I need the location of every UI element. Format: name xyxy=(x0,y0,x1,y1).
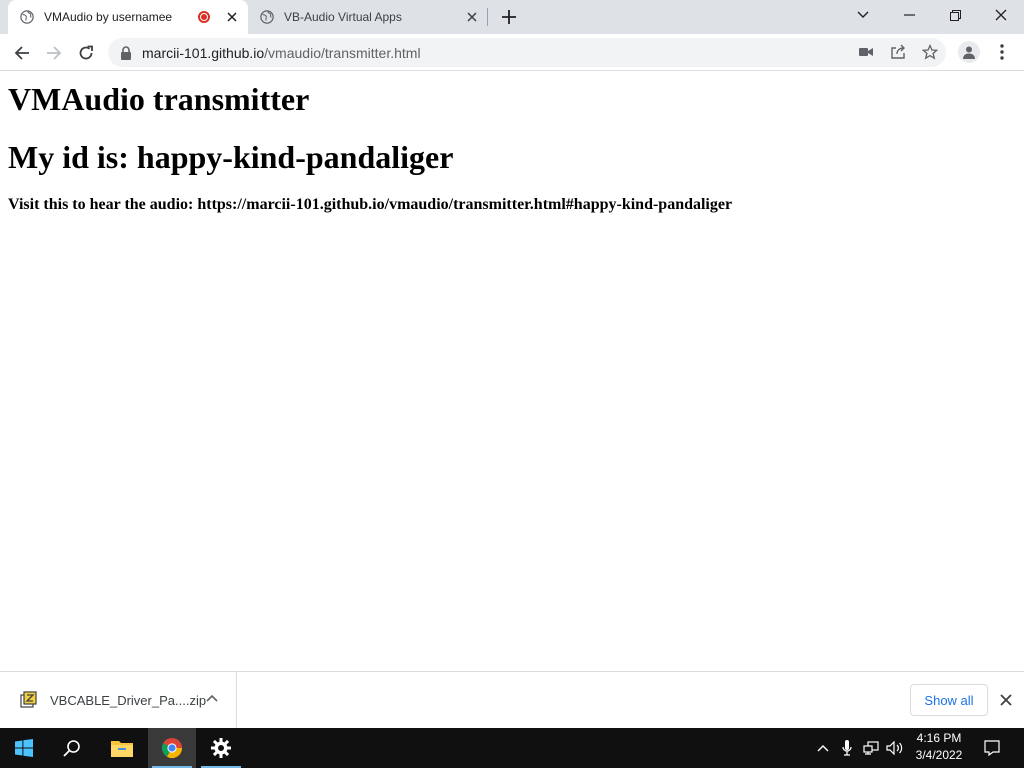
tab-title: VB-Audio Virtual Apps xyxy=(284,10,402,24)
page-content: VMAudio transmitter My id is: happy-kind… xyxy=(0,72,1024,671)
volume-icon[interactable] xyxy=(885,728,905,768)
restore-icon[interactable] xyxy=(932,0,978,30)
network-icon[interactable] xyxy=(861,728,881,768)
file-explorer-icon[interactable] xyxy=(98,728,146,768)
tab-separator xyxy=(487,8,488,26)
settings-icon[interactable] xyxy=(197,728,245,768)
notifications-icon[interactable] xyxy=(980,728,1004,768)
chevron-up-icon[interactable] xyxy=(205,692,219,706)
show-all-button[interactable]: Show all xyxy=(910,684,988,716)
reload-icon[interactable] xyxy=(74,41,98,65)
minimize-icon[interactable] xyxy=(886,0,932,30)
bookmark-star-icon[interactable] xyxy=(920,42,940,62)
address-bar[interactable]: marcii-101.github.io/vmaudio/transmitter… xyxy=(108,38,946,67)
tab-strip: VMAudio by usernamee VB-Audio Virtual Ap… xyxy=(0,0,1024,34)
profile-avatar-icon[interactable] xyxy=(958,41,980,63)
transmitter-id: My id is: happy-kind-pandaliger xyxy=(8,139,454,175)
more-menu-icon[interactable] xyxy=(994,43,1010,61)
forward-icon[interactable] xyxy=(42,41,66,65)
recording-indicator-icon xyxy=(198,11,210,23)
tab-vb-audio[interactable]: VB-Audio Virtual Apps xyxy=(252,0,488,34)
close-tab-icon[interactable] xyxy=(224,9,240,25)
globe-icon xyxy=(20,10,34,24)
share-icon[interactable] xyxy=(888,42,908,62)
back-icon[interactable] xyxy=(10,41,34,65)
windows-start-icon[interactable] xyxy=(0,728,48,768)
clock-time: 4:16 PM xyxy=(916,731,962,745)
clock-date: 3/4/2022 xyxy=(915,748,963,762)
chevron-up-icon[interactable] xyxy=(814,728,832,768)
url-host: marcii-101.github.io xyxy=(142,44,265,61)
close-tab-icon[interactable] xyxy=(464,9,480,25)
tab-search-icon[interactable] xyxy=(840,0,886,30)
zip-file-icon xyxy=(20,691,37,708)
tab-title: VMAudio by usernamee xyxy=(44,10,173,24)
search-icon[interactable] xyxy=(48,728,96,768)
url-path: /vmaudio/transmitter.html xyxy=(264,44,421,61)
download-shelf: VBCABLE_Driver_Pa....zip Show all xyxy=(0,671,1024,728)
browser-toolbar: marcii-101.github.io/vmaudio/transmitter… xyxy=(0,34,1024,71)
tab-vmaudio[interactable]: VMAudio by usernamee xyxy=(8,0,248,34)
microphone-icon[interactable] xyxy=(838,728,856,768)
close-window-icon[interactable] xyxy=(978,0,1024,30)
close-shelf-icon[interactable] xyxy=(998,692,1014,708)
chrome-icon[interactable] xyxy=(148,728,196,768)
page-title: VMAudio transmitter xyxy=(8,81,310,117)
new-tab-icon[interactable] xyxy=(499,7,519,27)
listen-link-text: Visit this to hear the audio: https://ma… xyxy=(8,196,733,213)
download-file-name: VBCABLE_Driver_Pa....zip xyxy=(50,692,207,708)
lock-icon[interactable] xyxy=(120,45,132,60)
download-item[interactable]: VBCABLE_Driver_Pa....zip xyxy=(0,672,237,728)
taskbar: 4:16 PM 3/4/2022 xyxy=(0,728,1024,768)
system-clock[interactable]: 4:16 PM 3/4/2022 xyxy=(904,730,974,766)
globe-icon xyxy=(260,10,274,24)
camera-in-use-icon[interactable] xyxy=(856,42,876,62)
